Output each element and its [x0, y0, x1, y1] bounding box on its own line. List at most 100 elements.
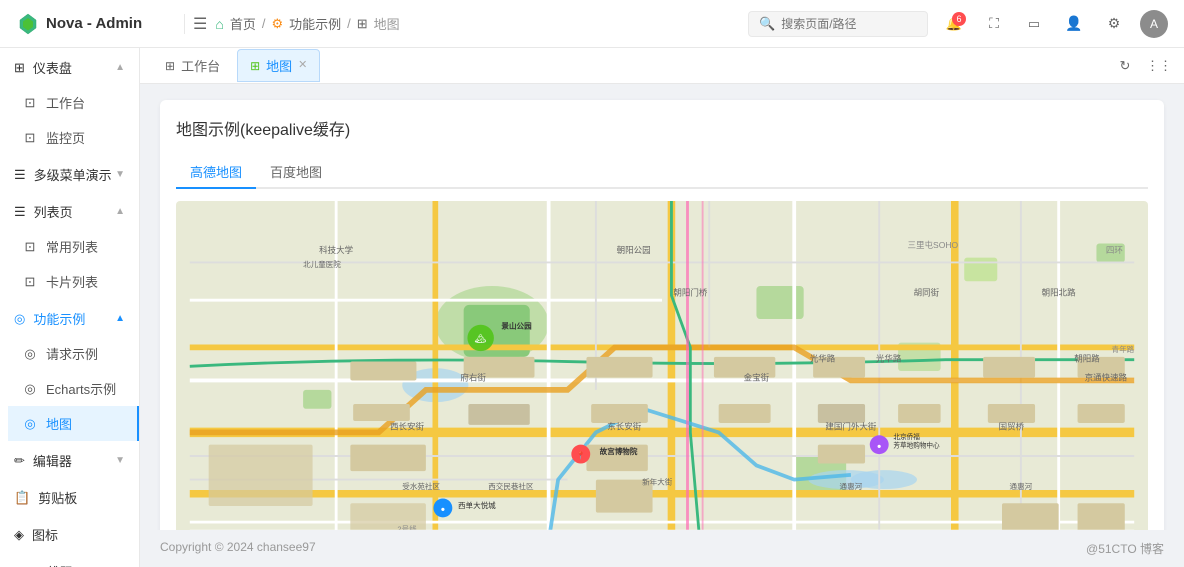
user-button[interactable]: 👤: [1060, 10, 1088, 38]
svg-text:通惠河: 通惠河: [840, 481, 863, 491]
icons-label: 图标: [32, 525, 58, 544]
breadcrumb-sep2: /: [347, 16, 351, 31]
tabbar: ⊞ 工作台 ⊞ 地图 ✕ ↻ ⋮⋮: [140, 48, 1184, 84]
refresh-button[interactable]: ↻: [1112, 53, 1138, 79]
common-list-icon: ⊡: [22, 239, 38, 255]
monitor-icon: ⊡: [22, 130, 38, 146]
topbar: Nova - Admin ☰ ⌂ 首页 / ⚙ 功能示例 / ⊞ 地图 🔍 🔔 …: [0, 0, 1184, 48]
svg-text:西单大悦城: 西单大悦城: [458, 500, 496, 510]
search-input[interactable]: [781, 17, 917, 31]
map-menu-icon: ◎: [22, 416, 38, 432]
menu-item-workbench[interactable]: ⊡ 工作台: [8, 85, 139, 120]
menu-group-clipboard: 📋 剪贴板: [0, 478, 139, 515]
menu-item-echarts[interactable]: ◎ Echarts示例: [8, 371, 139, 406]
topbar-menu-icon[interactable]: ☰: [193, 14, 207, 34]
menu-group-header-icons[interactable]: ◈ 图标: [0, 515, 139, 552]
workbench-label: 工作台: [46, 93, 85, 112]
menu-item-common-list[interactable]: ⊡ 常用列表: [8, 229, 139, 264]
workbench-icon: ⊡: [22, 95, 38, 111]
multilevel-chevron: ▼: [115, 169, 125, 180]
features-label: 功能示例: [33, 309, 85, 328]
search-icon: 🔍: [759, 16, 775, 32]
menu-group-header-clipboard[interactable]: 📋 剪贴板: [0, 478, 139, 515]
menu-group-header-features[interactable]: ◎ 功能示例 ▲: [0, 299, 139, 336]
svg-text:光华路: 光华路: [876, 354, 902, 364]
tab-workbench[interactable]: ⊞ 工作台: [152, 49, 233, 82]
common-list-label: 常用列表: [46, 237, 98, 256]
svg-text:朝阳公园: 朝阳公园: [617, 245, 651, 255]
svg-text:青年路: 青年路: [1112, 344, 1135, 354]
notification-badge: 6: [952, 12, 966, 26]
svg-text:芳草地购物中心: 芳草地购物中心: [893, 441, 940, 450]
svg-text:光华路: 光华路: [810, 354, 836, 364]
svg-text:朝阳北路: 朝阳北路: [1042, 287, 1077, 297]
menu-item-card-list[interactable]: ⊡ 卡片列表: [8, 264, 139, 299]
menu-group-editor: ✏ 编辑器 ▼: [0, 441, 139, 478]
menu-group-qrcode: ▦ 二维码: [0, 552, 139, 567]
menu-group-header-listpage[interactable]: ☰ 列表页 ▲: [0, 192, 139, 229]
menu-group-multilevel: ☰ 多级菜单演示 ▼: [0, 155, 139, 192]
page-title: 地图示例(keepalive缓存): [176, 116, 1148, 140]
user-icon: 👤: [1065, 15, 1082, 32]
avatar[interactable]: A: [1140, 10, 1168, 38]
tab-more-button[interactable]: ⋮⋮: [1146, 53, 1172, 79]
logo: Nova - Admin: [16, 12, 176, 36]
breadcrumb-func[interactable]: 功能示例: [289, 14, 341, 33]
fullscreen-button[interactable]: ⛶: [980, 10, 1008, 38]
breadcrumb-sep1: /: [262, 16, 266, 31]
breadcrumb-home[interactable]: 首页: [230, 14, 256, 33]
icons-menu-icon: ◈: [14, 527, 24, 543]
menu-item-request[interactable]: ◎ 请求示例: [8, 336, 139, 371]
card-list-label: 卡片列表: [46, 272, 98, 291]
clipboard-icon: 📋: [14, 490, 30, 506]
svg-text:2号线: 2号线: [397, 524, 417, 530]
multilevel-icon: ☰: [14, 167, 26, 183]
tab-workbench-icon: ⊞: [165, 59, 175, 73]
footer-copyright: Copyright © 2024 chansee97: [160, 540, 316, 557]
menu-group-icons: ◈ 图标: [0, 515, 139, 552]
svg-text:三里屯SOHO: 三里屯SOHO: [908, 240, 959, 250]
tab-map[interactable]: ⊞ 地图 ✕: [237, 49, 320, 82]
menu-item-monitor[interactable]: ⊡ 监控页: [8, 120, 139, 155]
svg-text:●: ●: [877, 441, 882, 450]
dashboard-submenu: ⊡ 工作台 ⊡ 监控页: [0, 85, 139, 155]
menu-item-map[interactable]: ◎ 地图: [8, 406, 139, 441]
qrcode-icon: ▦: [14, 564, 26, 567]
breadcrumb-func-icon: ⚙: [271, 16, 283, 32]
fullscreen-icon: ⛶: [989, 15, 999, 32]
tab-list: ⊞ 工作台 ⊞ 地图 ✕: [152, 49, 320, 82]
search-box[interactable]: 🔍: [748, 11, 928, 37]
menu-group-header-qrcode[interactable]: ▦ 二维码: [0, 552, 139, 567]
map-tab-amap[interactable]: 高德地图: [176, 156, 256, 189]
notification-button[interactable]: 🔔 6: [940, 10, 968, 38]
menu-group-listpage: ☰ 列表页 ▲ ⊡ 常用列表 ⊡ 卡片列表: [0, 192, 139, 299]
menu-group-header-dashboard[interactable]: ⊞ 仪表盘 ▲: [0, 48, 139, 85]
map-tab-bmap[interactable]: 百度地图: [256, 156, 336, 189]
svg-text:西交民巷社区: 西交民巷社区: [488, 481, 534, 491]
topbar-actions: 🔍 🔔 6 ⛶ ▭ 👤 ⚙ A: [748, 10, 1168, 38]
svg-text:建国门外大街: 建国门外大街: [825, 422, 877, 432]
multilevel-label: 多级菜单演示: [34, 165, 112, 184]
settings-button[interactable]: ⚙: [1100, 10, 1128, 38]
tab-map-close[interactable]: ✕: [298, 60, 307, 71]
dashboard-chevron: ▲: [115, 62, 125, 73]
svg-text:故宫博物院: 故宫博物院: [600, 446, 638, 456]
svg-text:京通快速路: 京通快速路: [1085, 372, 1128, 382]
svg-text:北京侨福: 北京侨福: [893, 432, 920, 441]
menu-group-header-editor[interactable]: ✏ 编辑器 ▼: [0, 441, 139, 478]
features-submenu: ◎ 请求示例 ◎ Echarts示例 ◎ 地图: [0, 336, 139, 441]
svg-text:科技大学: 科技大学: [319, 245, 354, 255]
topbar-divider: [184, 14, 185, 34]
svg-text:🏔: 🏔: [475, 334, 487, 345]
card-list-icon: ⊡: [22, 274, 38, 290]
menu-group-header-multilevel[interactable]: ☰ 多级菜单演示 ▼: [0, 155, 139, 192]
svg-text:景山公园: 景山公园: [501, 321, 532, 331]
svg-text:通惠河: 通惠河: [1010, 481, 1033, 491]
layout-button[interactable]: ▭: [1020, 10, 1048, 38]
avatar-text: A: [1150, 17, 1158, 31]
main: ⊞ 工作台 ⊞ 地图 ✕ ↻ ⋮⋮ 地图示例(ke: [140, 48, 1184, 567]
editor-label: 编辑器: [33, 451, 72, 470]
menu-group-dashboard: ⊞ 仪表盘 ▲ ⊡ 工作台 ⊡ 监控页: [0, 48, 139, 155]
svg-text:朝阳路: 朝阳路: [1074, 354, 1100, 364]
layout-icon: ▭: [1028, 16, 1040, 32]
